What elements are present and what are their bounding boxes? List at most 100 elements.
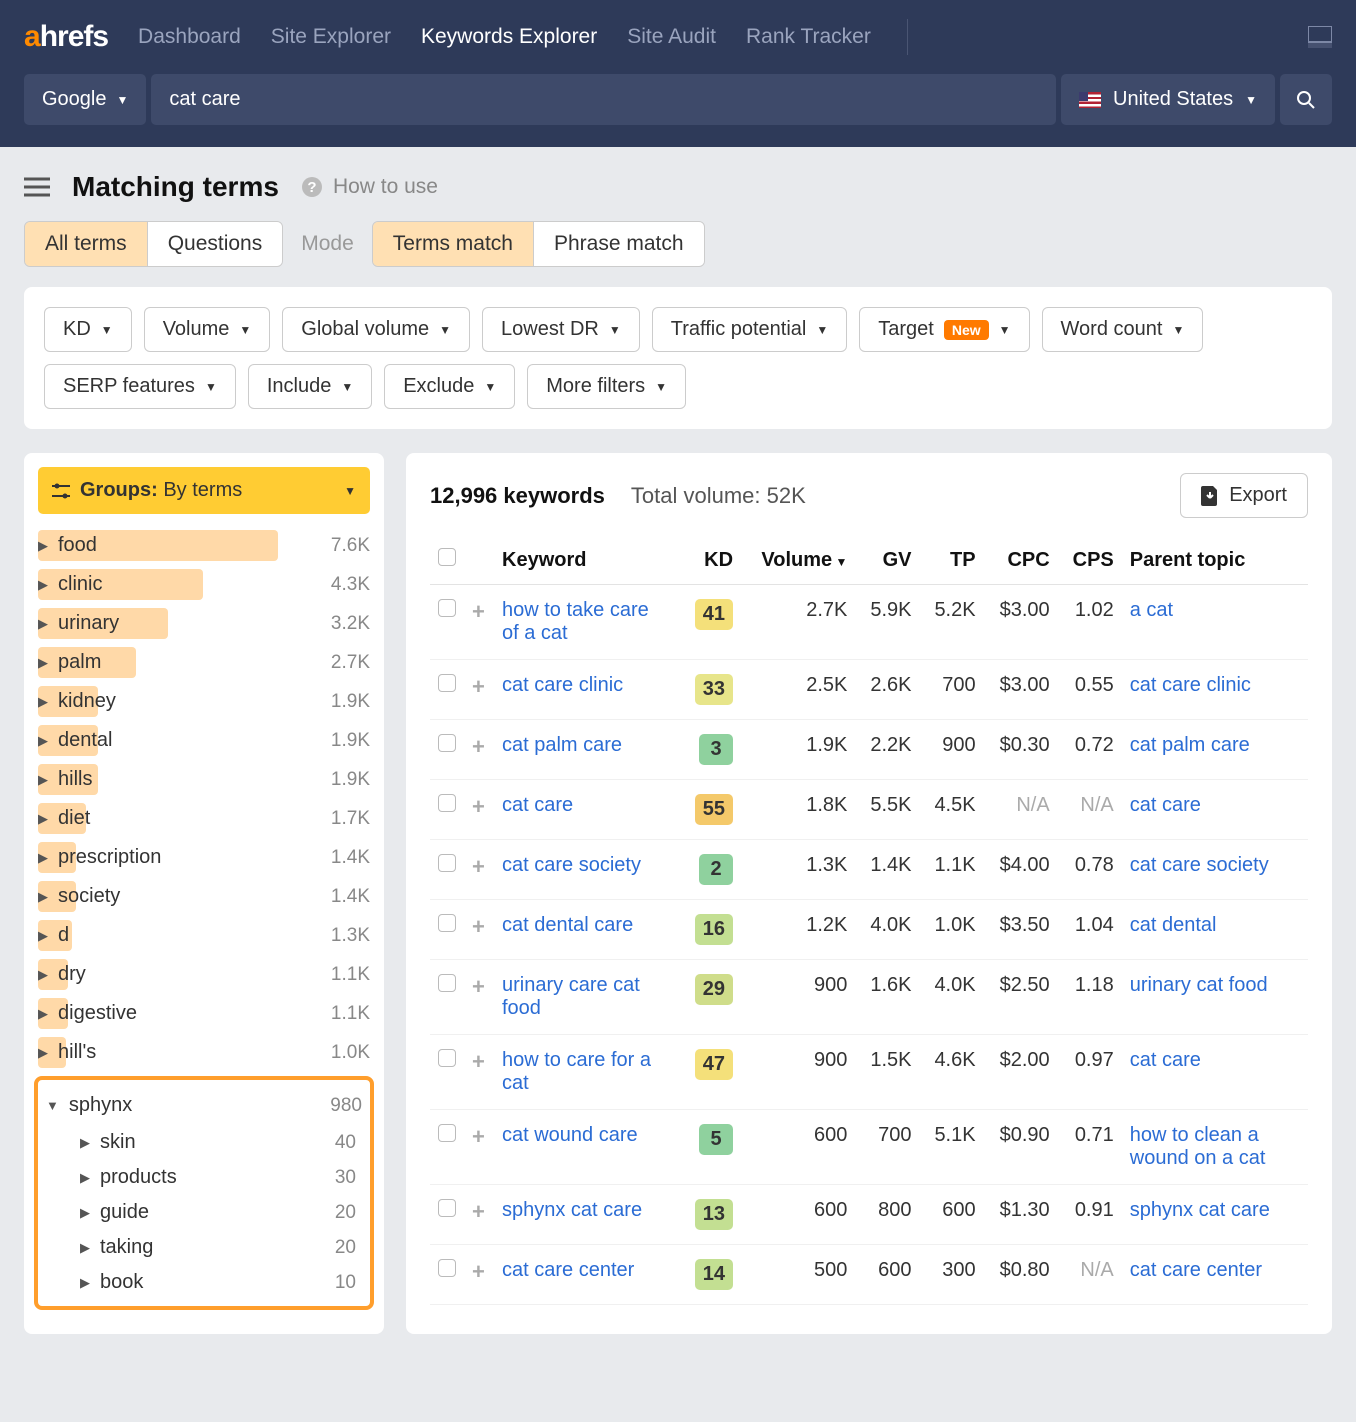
keyword-link[interactable]: urinary care cat food: [502, 974, 652, 1020]
keyword-link[interactable]: cat dental care: [502, 914, 633, 937]
col-cps[interactable]: CPS: [1058, 536, 1122, 585]
app-switcher-icon[interactable]: [1308, 26, 1332, 48]
group-item-kidney[interactable]: ▶kidney1.9K: [24, 682, 384, 721]
filter-serp-features[interactable]: SERP features▼: [44, 364, 236, 409]
export-button[interactable]: Export: [1180, 473, 1308, 518]
group-item-clinic[interactable]: ▶clinic4.3K: [24, 565, 384, 604]
search-engine-select[interactable]: Google ▼: [24, 74, 146, 125]
group-item-food[interactable]: ▶food7.6K: [24, 526, 384, 565]
subgroup-item-taking[interactable]: ▶taking20: [38, 1230, 370, 1265]
add-icon[interactable]: +: [472, 1199, 485, 1224]
filter-volume[interactable]: Volume▼: [144, 307, 271, 352]
row-checkbox[interactable]: [438, 734, 456, 752]
parent-topic-link[interactable]: a cat: [1130, 599, 1173, 622]
parent-topic-link[interactable]: how to clean a wound on a cat: [1130, 1124, 1280, 1170]
keyword-link[interactable]: sphynx cat care: [502, 1199, 642, 1222]
subgroup-item-guide[interactable]: ▶guide20: [38, 1195, 370, 1230]
group-item-d[interactable]: ▶d1.3K: [24, 916, 384, 955]
menu-icon[interactable]: [24, 177, 50, 197]
row-checkbox[interactable]: [438, 1049, 456, 1067]
add-icon[interactable]: +: [472, 1049, 485, 1074]
nav-dashboard[interactable]: Dashboard: [138, 25, 241, 49]
parent-topic-link[interactable]: cat care center: [1130, 1259, 1262, 1282]
search-button[interactable]: [1280, 74, 1332, 125]
add-icon[interactable]: +: [472, 734, 485, 759]
nav-rank-tracker[interactable]: Rank Tracker: [746, 25, 871, 49]
add-icon[interactable]: +: [472, 599, 485, 624]
parent-topic-link[interactable]: cat care clinic: [1130, 674, 1251, 697]
add-icon[interactable]: +: [472, 914, 485, 939]
country-select[interactable]: United States ▼: [1061, 74, 1275, 125]
row-checkbox[interactable]: [438, 854, 456, 872]
group-item-dental[interactable]: ▶dental1.9K: [24, 721, 384, 760]
row-checkbox[interactable]: [438, 794, 456, 812]
filter-lowest-dr[interactable]: Lowest DR▼: [482, 307, 640, 352]
subgroup-item-products[interactable]: ▶products30: [38, 1160, 370, 1195]
add-icon[interactable]: +: [472, 1259, 485, 1284]
add-icon[interactable]: +: [472, 794, 485, 819]
groups-mode-button[interactable]: Groups: By terms ▼: [38, 467, 370, 514]
col-kd[interactable]: KD: [680, 536, 741, 585]
group-item-urinary[interactable]: ▶urinary3.2K: [24, 604, 384, 643]
filter-include[interactable]: Include▼: [248, 364, 372, 409]
keyword-link[interactable]: how to take care of a cat: [502, 599, 652, 645]
keyword-link[interactable]: cat care clinic: [502, 674, 623, 697]
group-item-hills[interactable]: ▶hills1.9K: [24, 760, 384, 799]
parent-topic-link[interactable]: cat care society: [1130, 854, 1269, 877]
keyword-link[interactable]: cat care center: [502, 1259, 634, 1282]
filter-word-count[interactable]: Word count▼: [1042, 307, 1204, 352]
subgroup-item-book[interactable]: ▶book10: [38, 1265, 370, 1300]
group-item-sphynx[interactable]: ▼ sphynx 980: [38, 1086, 370, 1125]
nav-site-audit[interactable]: Site Audit: [627, 25, 716, 49]
add-icon[interactable]: +: [472, 1124, 485, 1149]
row-checkbox[interactable]: [438, 1124, 456, 1142]
col-cpc[interactable]: CPC: [984, 536, 1058, 585]
keyword-link[interactable]: cat care society: [502, 854, 641, 877]
keyword-link[interactable]: cat care: [502, 794, 573, 817]
parent-topic-link[interactable]: urinary cat food: [1130, 974, 1268, 997]
tab-terms-match[interactable]: Terms match: [373, 222, 534, 266]
filter-exclude[interactable]: Exclude▼: [384, 364, 515, 409]
keyword-link[interactable]: cat wound care: [502, 1124, 638, 1147]
col-gv[interactable]: GV: [855, 536, 919, 585]
nav-keywords-explorer[interactable]: Keywords Explorer: [421, 25, 597, 49]
add-icon[interactable]: +: [472, 674, 485, 699]
row-checkbox[interactable]: [438, 1259, 456, 1277]
row-checkbox[interactable]: [438, 974, 456, 992]
group-item-palm[interactable]: ▶palm2.7K: [24, 643, 384, 682]
parent-topic-link[interactable]: cat care: [1130, 1049, 1201, 1072]
tab-questions[interactable]: Questions: [148, 222, 283, 266]
row-checkbox[interactable]: [438, 914, 456, 932]
group-item-dry[interactable]: ▶dry1.1K: [24, 955, 384, 994]
group-item-prescription[interactable]: ▶prescription1.4K: [24, 838, 384, 877]
keyword-input[interactable]: [151, 74, 1056, 125]
parent-topic-link[interactable]: sphynx cat care: [1130, 1199, 1270, 1222]
group-item-diet[interactable]: ▶diet1.7K: [24, 799, 384, 838]
add-icon[interactable]: +: [472, 974, 485, 999]
group-item-hill's[interactable]: ▶hill's1.0K: [24, 1033, 384, 1072]
keyword-link[interactable]: cat palm care: [502, 734, 622, 757]
parent-topic-link[interactable]: cat palm care: [1130, 734, 1250, 757]
keyword-link[interactable]: how to care for a cat: [502, 1049, 652, 1095]
filter-traffic-potential[interactable]: Traffic potential▼: [652, 307, 848, 352]
group-item-digestive[interactable]: ▶digestive1.1K: [24, 994, 384, 1033]
group-item-society[interactable]: ▶society1.4K: [24, 877, 384, 916]
col-parent-topic[interactable]: Parent topic: [1122, 536, 1308, 585]
row-checkbox[interactable]: [438, 599, 456, 617]
col-volume[interactable]: Volume ▼: [741, 536, 855, 585]
subgroup-item-skin[interactable]: ▶skin40: [38, 1125, 370, 1160]
row-checkbox[interactable]: [438, 1199, 456, 1217]
col-keyword[interactable]: Keyword: [494, 536, 680, 585]
row-checkbox[interactable]: [438, 674, 456, 692]
nav-site-explorer[interactable]: Site Explorer: [271, 25, 391, 49]
filter-global-volume[interactable]: Global volume▼: [282, 307, 470, 352]
col-tp[interactable]: TP: [920, 536, 984, 585]
filter-kd[interactable]: KD▼: [44, 307, 132, 352]
how-to-use-link[interactable]: ? How to use: [301, 175, 438, 199]
add-icon[interactable]: +: [472, 854, 485, 879]
logo[interactable]: ahrefs: [24, 20, 108, 54]
tab-phrase-match[interactable]: Phrase match: [534, 222, 704, 266]
select-all-checkbox[interactable]: [438, 548, 456, 566]
filter-more-filters[interactable]: More filters▼: [527, 364, 686, 409]
parent-topic-link[interactable]: cat dental: [1130, 914, 1217, 937]
